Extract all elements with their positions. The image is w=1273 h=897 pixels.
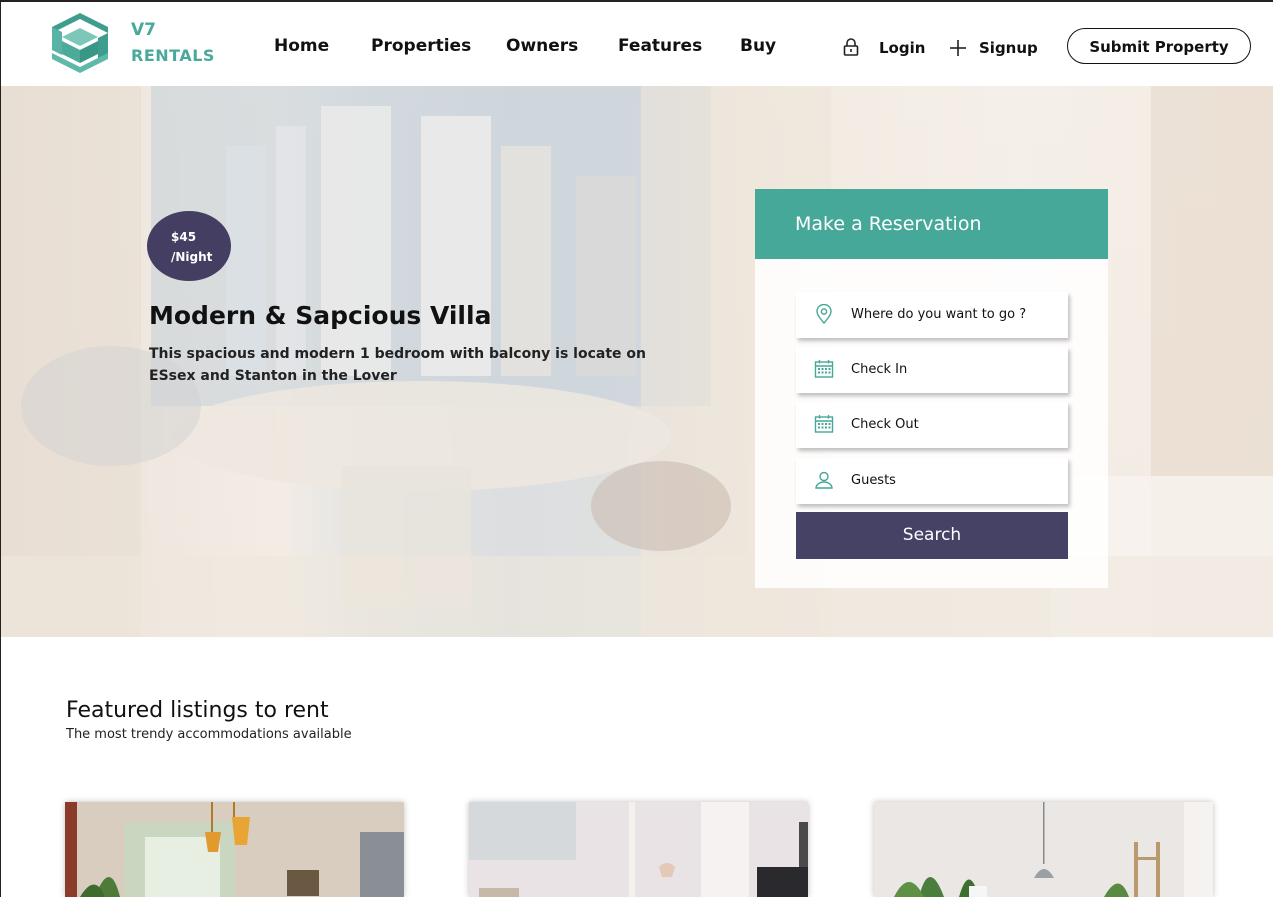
signup-link[interactable]: Signup: [979, 39, 1038, 57]
destination-placeholder: Where do you want to go ?: [851, 307, 1027, 322]
guests-field[interactable]: Guests: [796, 458, 1068, 504]
guests-label: Guests: [851, 473, 896, 488]
featured-title: Featured listings to rent: [66, 698, 329, 723]
reservation-panel: Make a Reservation Where do you want to …: [755, 189, 1108, 588]
brand-line1: V7: [131, 20, 156, 40]
brand-line2: RENTALS: [131, 46, 215, 65]
nav-buy[interactable]: Buy: [740, 36, 776, 56]
listing-card[interactable]: [874, 802, 1213, 897]
hero-title: Modern & Sapcious Villa: [149, 301, 492, 330]
brand-name[interactable]: V7 RENTALS: [131, 17, 215, 69]
price-value: $45: [171, 230, 197, 244]
listing-card[interactable]: [469, 802, 808, 897]
reservation-title: Make a Reservation: [755, 189, 1108, 259]
nav-owners[interactable]: Owners: [506, 36, 578, 56]
hero-description: This spacious and modern 1 bedroom with …: [149, 346, 646, 384]
nav-home[interactable]: Home: [274, 36, 329, 56]
login-link[interactable]: Login: [879, 39, 925, 57]
calendar-icon: [814, 415, 834, 433]
calendar-icon: [814, 360, 834, 378]
check-out-field[interactable]: Check Out: [796, 402, 1068, 448]
destination-input[interactable]: Where do you want to go ?: [796, 292, 1068, 338]
lock-icon: [843, 38, 859, 56]
check-in-label: Check In: [851, 362, 908, 377]
plus-icon: [950, 40, 966, 56]
featured-subtitle: The most trendy accommodations available: [66, 727, 352, 742]
listing-image: [65, 802, 404, 897]
search-button[interactable]: Search: [796, 512, 1068, 559]
site-header: V7 RENTALS Home Properties Owners Featur…: [0, 0, 1273, 86]
check-in-field[interactable]: Check In: [796, 347, 1068, 393]
price-badge: $45 /Night: [147, 211, 231, 281]
hero-section: $45 /Night Modern & Sapcious Villa This …: [0, 86, 1273, 637]
nav-properties[interactable]: Properties: [371, 36, 471, 56]
check-out-label: Check Out: [851, 417, 919, 432]
price-unit: /Night: [171, 250, 213, 264]
listing-image: [874, 802, 1213, 897]
user-icon: [815, 471, 833, 489]
listing-image: [469, 802, 808, 897]
listing-card[interactable]: [65, 802, 404, 897]
page-left-border: [0, 637, 1, 897]
location-pin-icon: [816, 304, 832, 324]
logo-icon[interactable]: [48, 11, 112, 75]
submit-property-button[interactable]: Submit Property: [1067, 28, 1251, 64]
nav-features[interactable]: Features: [618, 36, 702, 56]
